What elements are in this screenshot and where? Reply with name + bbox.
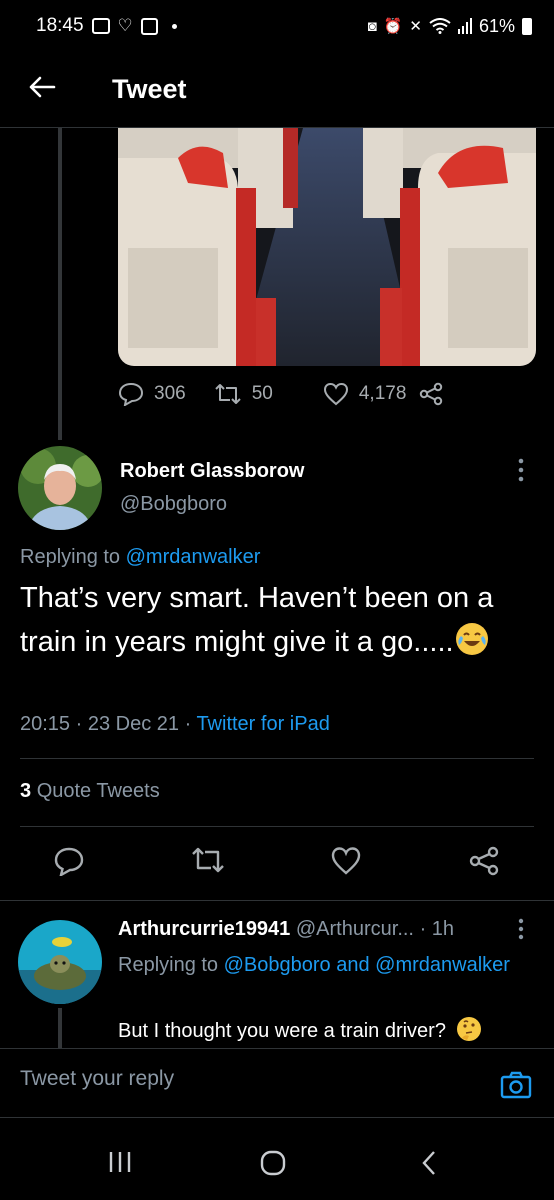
reply-age: 1h	[431, 918, 455, 940]
arrow-left-icon	[29, 76, 56, 98]
share-button[interactable]	[468, 846, 500, 881]
reply-more-options-button[interactable]	[518, 918, 530, 942]
home-button[interactable]	[260, 1150, 286, 1181]
heart-icon	[331, 847, 361, 875]
share-icon	[469, 846, 499, 876]
like-button[interactable]	[330, 846, 362, 881]
previous-tweet-actions: 306 50 4,178	[118, 382, 444, 406]
mute-icon: ✕	[409, 18, 422, 35]
home-icon	[260, 1150, 286, 1176]
arthurcurrie-avatar-image	[18, 920, 102, 1004]
reply-header: Arthurcurrie19941 @Arthurcur... · 1h	[118, 918, 455, 940]
replying-to-label: Replying to	[20, 546, 121, 568]
tweet-body: That’s very smart. Haven’t been on a tra…	[20, 582, 494, 658]
battery-percentage: 61%	[478, 15, 515, 36]
more-notifications-icon	[171, 23, 177, 29]
reply-text: But I thought you were a train driver?	[118, 1016, 482, 1048]
reply-input[interactable]	[20, 1067, 470, 1091]
avatar[interactable]	[18, 920, 102, 1004]
battery-icon	[522, 17, 532, 35]
reply-button[interactable]	[53, 846, 85, 881]
retweet-button[interactable]	[190, 846, 226, 879]
thinking-face-icon	[456, 1016, 482, 1048]
tweet-source[interactable]: Twitter for iPad	[196, 713, 329, 735]
quote-label: Quote Tweets	[36, 780, 160, 802]
recent-apps-icon	[109, 1152, 131, 1172]
sync-icon: ◙	[367, 17, 377, 35]
dollar-notification-icon	[140, 17, 158, 35]
replying-to-link[interactable]: @mrdanwalker	[126, 546, 261, 568]
like-count-button[interactable]: 4,178	[323, 382, 407, 406]
tweet-meta: 20:15 · 23 Dec 21 · Twitter for iPad	[20, 713, 330, 735]
retweet-count-button[interactable]: 50	[214, 383, 273, 405]
tweet-date: 23 Dec 21	[87, 713, 180, 735]
reply-replying-and: and	[336, 954, 370, 976]
more-vertical-icon	[518, 458, 524, 482]
chevron-left-icon	[422, 1151, 435, 1175]
replying-to: Replying to @mrdanwalker	[20, 546, 260, 569]
system-back-button[interactable]	[420, 1150, 438, 1181]
reply-icon	[118, 382, 144, 406]
main-tweet-actions	[0, 846, 554, 886]
reply-replying-link-1[interactable]: @Bobgboro	[224, 954, 331, 976]
camera-icon	[500, 1071, 532, 1099]
retweet-count: 50	[251, 383, 273, 404]
reply-replying-to: Replying to @Bobgboro and @mrdanwalker	[118, 950, 518, 981]
avatar[interactable]	[18, 446, 102, 530]
reply-icon	[54, 847, 84, 878]
reply-author-handle[interactable]: @Arthurcur...	[296, 918, 414, 940]
reply-count: 306	[154, 383, 186, 404]
face-with-tears-of-joy-icon	[455, 623, 488, 655]
quote-count: 3	[20, 780, 32, 802]
reply-count-button[interactable]: 306	[118, 382, 186, 406]
share-button[interactable]	[418, 382, 444, 406]
author-handle[interactable]: @Bobgboro	[120, 493, 227, 516]
more-options-button[interactable]	[518, 458, 530, 484]
reply-compose-bar	[0, 1048, 554, 1118]
signal-icon	[457, 18, 472, 34]
tweet-text: That’s very smart. Haven’t been on a tra…	[20, 576, 535, 664]
quote-tweets-link[interactable]: 3 Quote Tweets	[20, 780, 160, 803]
reply-body: But I thought you were a train driver?	[118, 1020, 446, 1042]
retweet-icon	[214, 384, 241, 404]
divider	[20, 758, 534, 759]
thread-line	[58, 1008, 62, 1048]
thread-line	[58, 128, 62, 440]
author-name[interactable]: Robert Glassborow	[120, 460, 304, 483]
camera-button[interactable]	[500, 1071, 532, 1104]
train-interior-image	[118, 128, 536, 366]
reply-replying-link-2[interactable]: @mrdanwalker	[375, 954, 510, 976]
retweet-icon	[192, 847, 224, 873]
divider	[20, 826, 534, 827]
status-bar: 18:45 ♡ ◙ ⏰ ✕ 61%	[0, 0, 554, 52]
alarm-icon: ⏰	[383, 18, 403, 35]
status-time: 18:45	[36, 15, 84, 36]
back-button[interactable]	[0, 75, 60, 104]
recent-apps-button[interactable]	[108, 1150, 132, 1179]
share-icon	[420, 382, 443, 406]
more-vertical-icon	[518, 918, 524, 940]
header: Tweet	[0, 52, 554, 128]
heart-notification-icon: ♡	[117, 16, 133, 35]
reply-replying-label: Replying to	[118, 954, 219, 976]
gallery-notification-icon	[91, 18, 110, 34]
robert-glassborow-avatar-image	[18, 446, 102, 530]
page-title: Tweet	[112, 74, 187, 104]
tweet-time: 20:15	[20, 713, 71, 735]
divider	[0, 900, 554, 901]
like-count: 4,178	[358, 383, 407, 404]
system-nav-bar	[0, 1120, 554, 1200]
tweet-image[interactable]	[118, 128, 536, 366]
reply-author-name[interactable]: Arthurcurrie19941	[118, 918, 290, 940]
wifi-icon	[429, 18, 451, 34]
heart-icon	[323, 382, 348, 406]
